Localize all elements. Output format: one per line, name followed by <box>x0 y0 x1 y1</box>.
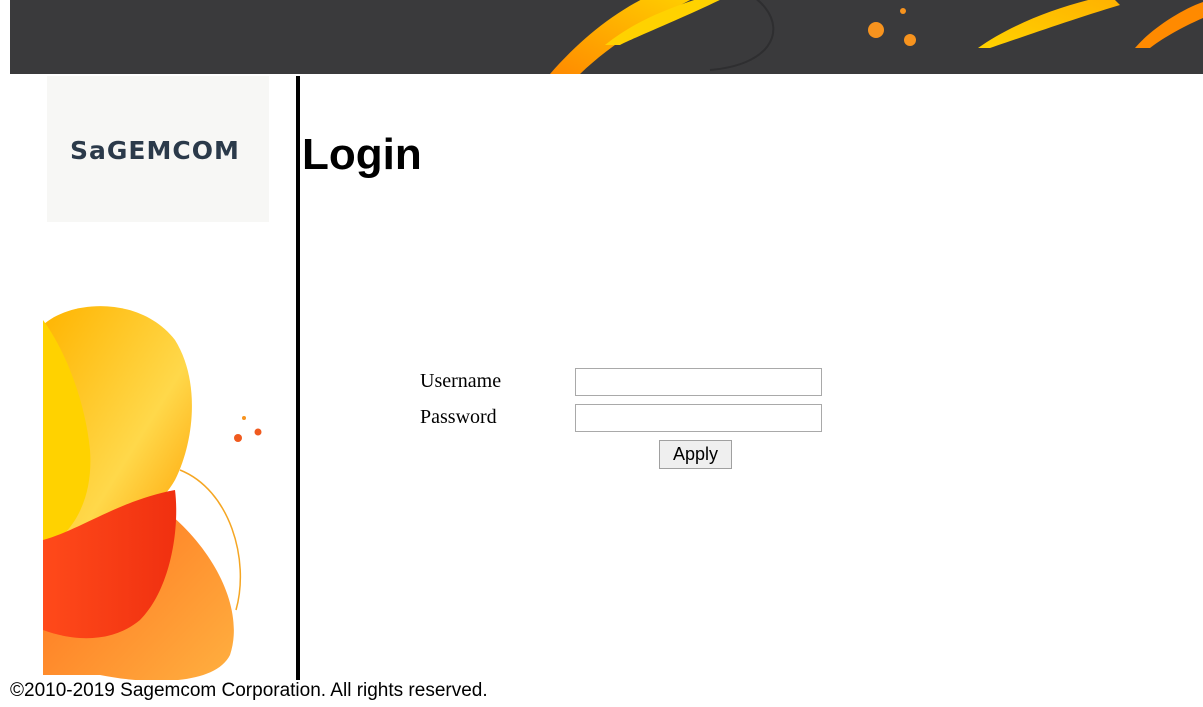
vertical-divider <box>296 76 300 680</box>
password-input[interactable] <box>575 404 822 432</box>
apply-button[interactable]: Apply <box>659 440 732 469</box>
decorative-petals-image <box>43 306 262 680</box>
sagemcom-logo: SaGEMCOM <box>70 136 240 165</box>
header-banner <box>10 0 1203 74</box>
username-input[interactable] <box>575 368 822 396</box>
username-label: Username <box>420 370 502 392</box>
copyright-footer: ©2010-2019 Sagemcom Corporation. All rig… <box>10 680 488 701</box>
password-label: Password <box>420 406 497 428</box>
page-title: Login <box>302 130 422 179</box>
login-page: SaGEMCOM Login Username Password Apply ©… <box>0 0 1203 707</box>
banner-decoration <box>550 0 1203 74</box>
